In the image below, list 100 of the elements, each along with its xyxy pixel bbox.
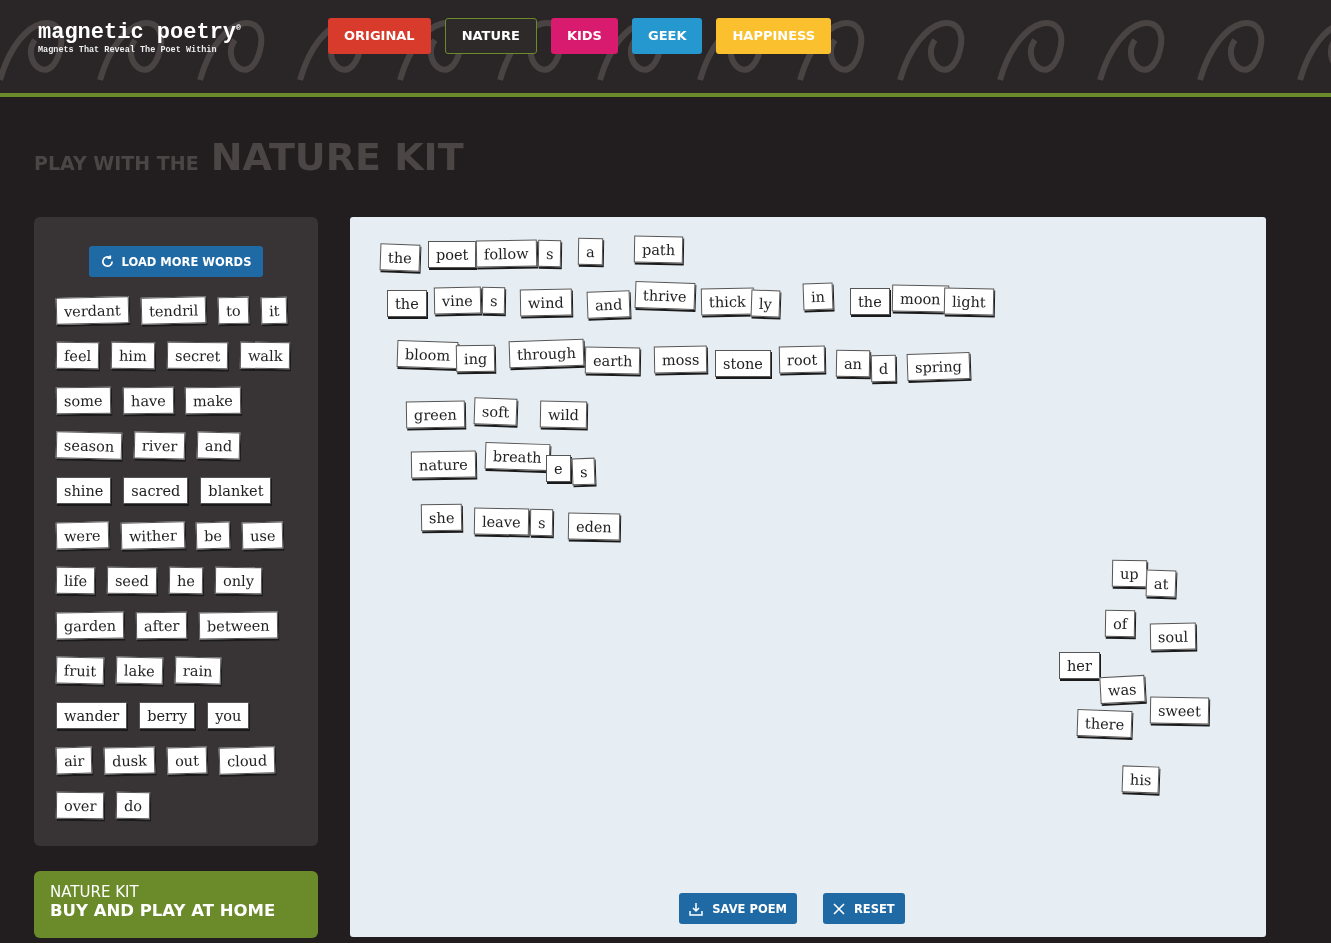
word-magnet[interactable]: verdant: [55, 296, 130, 325]
word-magnet[interactable]: poet: [428, 241, 477, 268]
word-magnet[interactable]: s: [571, 457, 596, 486]
word-magnet[interactable]: be: [195, 521, 231, 550]
word-magnet[interactable]: leave: [473, 507, 529, 536]
word-magnet[interactable]: vine: [433, 286, 481, 315]
word-magnet[interactable]: spring: [906, 351, 971, 382]
word-magnet[interactable]: follow: [475, 239, 537, 268]
word-magnet[interactable]: him: [111, 341, 156, 370]
word-magnet[interactable]: soft: [473, 397, 518, 426]
load-more-button[interactable]: LOAD MORE WORDS: [88, 246, 264, 277]
word-magnet[interactable]: after: [135, 611, 188, 640]
word-magnet[interactable]: at: [1145, 569, 1177, 598]
word-magnet[interactable]: use: [241, 521, 284, 550]
word-magnet[interactable]: sacred: [123, 477, 189, 504]
word-magnet[interactable]: the: [850, 288, 890, 315]
word-magnet[interactable]: he: [168, 566, 204, 595]
word-magnet[interactable]: river: [133, 431, 186, 460]
word-magnet[interactable]: wither: [120, 521, 185, 550]
word-magnet[interactable]: stone: [715, 350, 771, 377]
word-magnet[interactable]: there: [1076, 709, 1133, 738]
word-magnet[interactable]: have: [122, 386, 174, 415]
word-magnet[interactable]: cloud: [218, 746, 276, 775]
word-magnet[interactable]: s: [529, 508, 554, 537]
word-magnet[interactable]: root: [778, 345, 826, 374]
word-magnet[interactable]: her: [1059, 652, 1100, 679]
logo-text[interactable]: magnetic poetry$^{®}$: [38, 15, 288, 46]
promo-card[interactable]: NATURE KIT BUY AND PLAY AT HOME: [34, 871, 318, 938]
kit-tab[interactable]: KIDS: [550, 17, 618, 54]
word-magnet[interactable]: out: [166, 746, 208, 775]
word-magnet[interactable]: thrive: [634, 280, 695, 311]
word-magnet[interactable]: and: [586, 290, 631, 319]
word-magnet[interactable]: nature: [410, 450, 476, 479]
word-magnet[interactable]: was: [1099, 674, 1146, 705]
promo-kit-name: NATURE KIT: [50, 883, 140, 901]
reset-button[interactable]: RESET: [823, 893, 905, 924]
word-magnet[interactable]: life: [55, 566, 96, 595]
word-magnet[interactable]: e: [546, 455, 571, 482]
word-magnet[interactable]: green: [405, 400, 465, 429]
word-magnet[interactable]: lake: [115, 656, 164, 685]
word-magnet[interactable]: his: [1121, 765, 1160, 794]
word-magnet[interactable]: the: [387, 290, 427, 317]
save-poem-button[interactable]: SAVE POEM: [679, 893, 797, 924]
promo-call-to-action: BUY AND PLAY AT HOME: [50, 901, 277, 920]
word-magnet[interactable]: season: [55, 431, 123, 460]
word-magnet[interactable]: shine: [56, 477, 112, 504]
word-magnet[interactable]: garden: [55, 611, 125, 640]
word-magnet[interactable]: berry: [139, 702, 196, 729]
word-magnet[interactable]: breath: [484, 441, 551, 472]
kit-tab[interactable]: ORIGINAL: [328, 17, 431, 54]
word-magnet[interactable]: and: [197, 431, 242, 460]
word-magnet[interactable]: seed: [107, 566, 158, 595]
word-magnet[interactable]: in: [802, 282, 834, 311]
word-magnet[interactable]: make: [185, 386, 242, 415]
word-magnet[interactable]: she: [420, 503, 463, 532]
word-magnet[interactable]: of: [1104, 609, 1136, 638]
word-magnet[interactable]: up: [1111, 559, 1147, 588]
tagline: Magnets That Reveal The Poet Within: [38, 45, 218, 56]
word-magnet[interactable]: eden: [567, 512, 621, 541]
word-magnet[interactable]: dusk: [103, 746, 156, 775]
word-magnet[interactable]: thick: [700, 287, 754, 316]
word-magnet[interactable]: ly: [750, 289, 781, 318]
word-magnet[interactable]: moon: [891, 284, 949, 313]
word-magnet[interactable]: wild: [539, 400, 588, 429]
word-magnet[interactable]: an: [835, 349, 871, 378]
word-magnet[interactable]: s: [481, 286, 506, 315]
word-magnet[interactable]: tendril: [140, 296, 207, 325]
word-magnet[interactable]: earth: [584, 346, 641, 375]
word-magnet[interactable]: a: [577, 237, 603, 266]
word-magnet[interactable]: do: [116, 791, 151, 820]
word-magnet[interactable]: path: [633, 235, 684, 264]
word-magnet[interactable]: between: [199, 611, 279, 640]
close-icon: [833, 902, 845, 915]
word-magnet[interactable]: bloom: [396, 339, 459, 370]
word-magnet[interactable]: you: [207, 702, 250, 729]
word-magnet[interactable]: feel: [55, 341, 100, 370]
word-magnet[interactable]: over: [55, 791, 105, 820]
word-magnet[interactable]: wander: [56, 702, 128, 729]
word-magnet[interactable]: blanket: [200, 477, 272, 504]
word-magnet[interactable]: light: [943, 287, 994, 316]
word-magnet[interactable]: to: [217, 296, 249, 325]
kit-tab[interactable]: NATURE: [444, 17, 537, 54]
word-magnet[interactable]: rain: [174, 656, 221, 685]
word-magnet[interactable]: soul: [1149, 622, 1197, 651]
word-magnet[interactable]: air: [55, 746, 93, 775]
word-magnet[interactable]: it: [260, 296, 288, 325]
word-magnet[interactable]: d: [870, 354, 897, 383]
word-magnet[interactable]: moss: [653, 345, 708, 374]
word-magnet[interactable]: ing: [455, 344, 496, 373]
word-magnet[interactable]: only: [214, 566, 263, 595]
word-magnet[interactable]: s: [537, 239, 562, 268]
word-magnet[interactable]: some: [55, 386, 111, 415]
word-magnet[interactable]: were: [55, 521, 109, 550]
word-magnet[interactable]: walk: [240, 341, 292, 370]
word-magnet[interactable]: through: [508, 338, 585, 369]
word-magnet[interactable]: the: [379, 243, 421, 272]
word-magnet[interactable]: secret: [166, 341, 229, 370]
word-magnet[interactable]: wind: [519, 288, 572, 317]
word-magnet[interactable]: sweet: [1149, 696, 1210, 725]
word-magnet[interactable]: fruit: [55, 656, 105, 685]
